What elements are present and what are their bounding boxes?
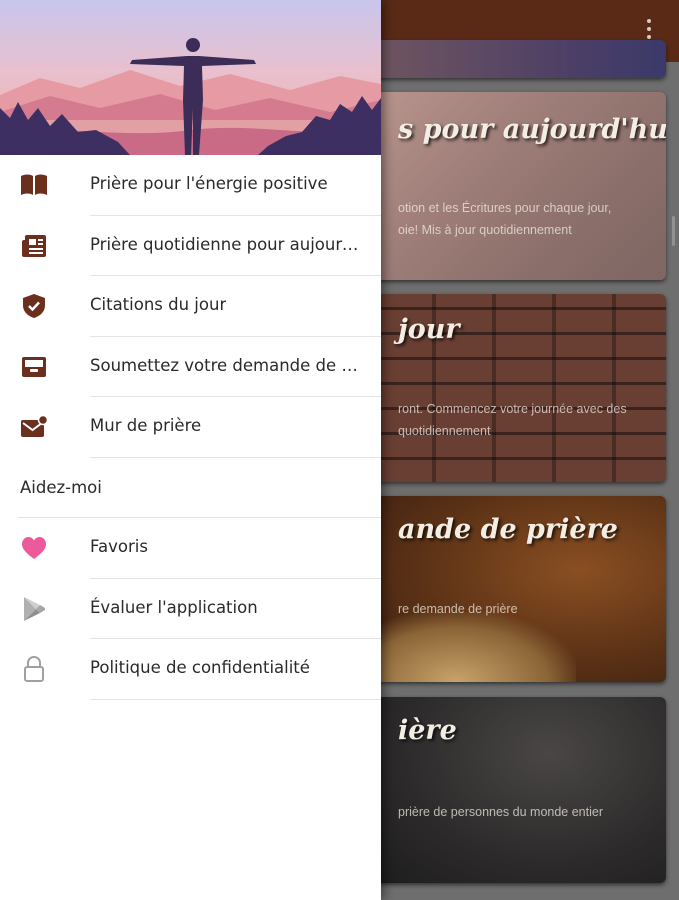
mail-notification-icon <box>20 413 48 441</box>
drawer-header-image <box>0 0 381 155</box>
card-description: ront. Commencez votre journée avec des q… <box>398 402 627 438</box>
drawer-item-label: Prière pour l'énergie positive <box>90 174 328 193</box>
card-description: otion et les Écritures pour chaque jour,… <box>398 201 612 237</box>
scroll-indicator <box>672 216 675 246</box>
play-store-icon <box>20 595 48 623</box>
drawer-menu: Prière pour l'énergie positive Prière qu… <box>0 155 381 700</box>
lock-icon <box>20 655 48 683</box>
drawer-item-positive-energy[interactable]: Prière pour l'énergie positive <box>0 155 381 216</box>
newspaper-icon <box>20 232 48 260</box>
card-title: s pour aujourd'hui <box>398 114 666 145</box>
drawer-item-privacy-policy[interactable]: Politique de confidentialité <box>0 639 381 700</box>
shield-check-icon <box>20 292 48 320</box>
inbox-tray-icon <box>20 353 48 381</box>
card-prayer-wall[interactable]: ière prière de personnes du monde entier <box>376 697 666 883</box>
card-prayer-request[interactable]: ande de prière re demande de prière <box>376 496 666 682</box>
drawer-item-rate-app[interactable]: Évaluer l'application <box>0 579 381 639</box>
drawer-item-label: Soumettez votre demande de prière <box>90 355 365 375</box>
drawer-item-daily-prayer[interactable]: Prière quotidienne pour aujourd'hui <box>0 216 381 276</box>
book-open-icon <box>20 171 48 199</box>
drawer-item-prayer-wall[interactable]: Mur de prière <box>0 397 381 458</box>
navigation-drawer: Prière pour l'énergie positive Prière qu… <box>0 0 381 900</box>
card-top-partial[interactable] <box>376 40 666 78</box>
card-daily-prayer[interactable]: s pour aujourd'hui otion et les Écriture… <box>376 92 666 280</box>
card-description: prière de personnes du monde entier <box>398 805 603 819</box>
heart-icon <box>20 534 48 562</box>
card-title: jour <box>398 314 460 345</box>
drawer-item-quotes[interactable]: Citations du jour <box>0 276 381 337</box>
drawer-item-label: Politique de confidentialité <box>90 658 310 677</box>
drawer-item-favorites[interactable]: Favoris <box>0 518 381 579</box>
section-title: Aidez-moi <box>20 477 102 497</box>
card-title: ière <box>398 715 457 746</box>
card-description: re demande de prière <box>398 602 518 616</box>
drawer-item-label: Évaluer l'application <box>90 597 258 617</box>
book-image <box>376 612 576 682</box>
section-header-help: Aidez-moi <box>0 458 381 518</box>
drawer-item-label: Prière quotidienne pour aujourd'hui <box>90 234 365 254</box>
drawer-item-label: Favoris <box>90 537 148 556</box>
drawer-item-submit-request[interactable]: Soumettez votre demande de prière <box>0 337 381 397</box>
card-quotes-of-day[interactable]: jour ront. Commencez votre journée avec … <box>376 294 666 482</box>
drawer-item-label: Citations du jour <box>90 295 227 314</box>
drawer-item-label: Mur de prière <box>90 416 202 435</box>
card-title: ande de prière <box>398 514 618 545</box>
divider <box>90 698 381 700</box>
